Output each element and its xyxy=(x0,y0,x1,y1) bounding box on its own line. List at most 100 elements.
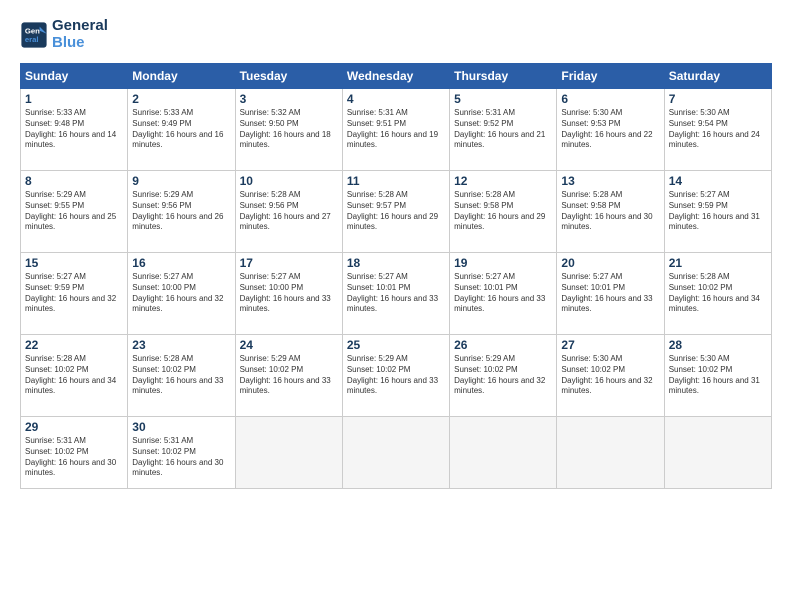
page-header: Gen eral General Blue xyxy=(20,18,772,51)
day-info: Sunrise: 5:30 AMSunset: 10:02 PMDaylight… xyxy=(669,354,767,397)
calendar-cell: 26 Sunrise: 5:29 AMSunset: 10:02 PMDaylig… xyxy=(450,335,557,417)
calendar-cell: 14 Sunrise: 5:27 AMSunset: 9:59 PMDayligh… xyxy=(664,171,771,253)
day-info: Sunrise: 5:30 AMSunset: 10:02 PMDaylight… xyxy=(561,354,659,397)
day-info: Sunrise: 5:32 AMSunset: 9:50 PMDaylight:… xyxy=(240,108,338,151)
calendar-cell: 29 Sunrise: 5:31 AMSunset: 10:02 PMDaylig… xyxy=(21,417,128,489)
day-number: 30 xyxy=(132,420,230,434)
calendar-cell: 3 Sunrise: 5:32 AMSunset: 9:50 PMDaylight… xyxy=(235,89,342,171)
logo-text-blue: Blue xyxy=(52,35,108,52)
calendar-cell xyxy=(664,417,771,489)
svg-text:Gen: Gen xyxy=(25,26,40,35)
calendar-cell: 18 Sunrise: 5:27 AMSunset: 10:01 PMDaylig… xyxy=(342,253,449,335)
day-info: Sunrise: 5:31 AMSunset: 9:51 PMDaylight:… xyxy=(347,108,445,151)
day-number: 11 xyxy=(347,174,445,188)
day-number: 16 xyxy=(132,256,230,270)
week-row-3: 15Sunrise: 5:27 AMSunset: 9:59 PMDayligh… xyxy=(21,253,772,335)
calendar-header-row: SundayMondayTuesdayWednesdayThursdayFrid… xyxy=(21,64,772,89)
calendar-cell: 27 Sunrise: 5:30 AMSunset: 10:02 PMDaylig… xyxy=(557,335,664,417)
calendar-cell: 11 Sunrise: 5:28 AMSunset: 9:57 PMDayligh… xyxy=(342,171,449,253)
calendar-cell: 24 Sunrise: 5:29 AMSunset: 10:02 PMDaylig… xyxy=(235,335,342,417)
day-header-wednesday: Wednesday xyxy=(342,64,449,89)
calendar-cell xyxy=(235,417,342,489)
day-info: Sunrise: 5:30 AMSunset: 9:53 PMDaylight:… xyxy=(561,108,659,151)
day-info: Sunrise: 5:27 AMSunset: 10:01 PMDaylight… xyxy=(561,272,659,315)
day-info: Sunrise: 5:28 AMSunset: 10:02 PMDaylight… xyxy=(669,272,767,315)
day-info: Sunrise: 5:29 AMSunset: 9:55 PMDaylight:… xyxy=(25,190,123,233)
day-number: 29 xyxy=(25,420,123,434)
logo-text-general: General xyxy=(52,18,108,35)
day-number: 25 xyxy=(347,338,445,352)
day-number: 3 xyxy=(240,92,338,106)
day-number: 12 xyxy=(454,174,552,188)
day-info: Sunrise: 5:27 AMSunset: 10:01 PMDaylight… xyxy=(454,272,552,315)
calendar-cell: 10 Sunrise: 5:28 AMSunset: 9:56 PMDayligh… xyxy=(235,171,342,253)
day-header-sunday: Sunday xyxy=(21,64,128,89)
calendar-cell: 15Sunrise: 5:27 AMSunset: 9:59 PMDayligh… xyxy=(21,253,128,335)
calendar-cell: 6 Sunrise: 5:30 AMSunset: 9:53 PMDaylight… xyxy=(557,89,664,171)
day-number: 20 xyxy=(561,256,659,270)
day-info: Sunrise: 5:31 AMSunset: 10:02 PMDaylight… xyxy=(25,436,123,479)
day-info: Sunrise: 5:30 AMSunset: 9:54 PMDaylight:… xyxy=(669,108,767,151)
calendar-cell: 21Sunrise: 5:28 AMSunset: 10:02 PMDaylig… xyxy=(664,253,771,335)
day-number: 27 xyxy=(561,338,659,352)
week-row-5: 29 Sunrise: 5:31 AMSunset: 10:02 PMDaylig… xyxy=(21,417,772,489)
day-info: Sunrise: 5:28 AMSunset: 9:58 PMDaylight:… xyxy=(561,190,659,233)
day-number: 22 xyxy=(25,338,123,352)
calendar-cell: 20 Sunrise: 5:27 AMSunset: 10:01 PMDaylig… xyxy=(557,253,664,335)
day-info: Sunrise: 5:27 AMSunset: 10:01 PMDaylight… xyxy=(347,272,445,315)
day-number: 2 xyxy=(132,92,230,106)
day-number: 7 xyxy=(669,92,767,106)
week-row-4: 22 Sunrise: 5:28 AMSunset: 10:02 PMDaylig… xyxy=(21,335,772,417)
calendar-cell: 30Sunrise: 5:31 AMSunset: 10:02 PMDaylig… xyxy=(128,417,235,489)
day-number: 5 xyxy=(454,92,552,106)
day-number: 13 xyxy=(561,174,659,188)
day-info: Sunrise: 5:29 AMSunset: 10:02 PMDaylight… xyxy=(240,354,338,397)
day-info: Sunrise: 5:28 AMSunset: 10:02 PMDaylight… xyxy=(25,354,123,397)
calendar-cell xyxy=(557,417,664,489)
calendar-cell: 8Sunrise: 5:29 AMSunset: 9:55 PMDaylight… xyxy=(21,171,128,253)
day-info: Sunrise: 5:29 AMSunset: 10:02 PMDaylight… xyxy=(454,354,552,397)
day-info: Sunrise: 5:27 AMSunset: 10:00 PMDaylight… xyxy=(240,272,338,315)
day-info: Sunrise: 5:29 AMSunset: 10:02 PMDaylight… xyxy=(347,354,445,397)
calendar-cell: 1Sunrise: 5:33 AMSunset: 9:48 PMDaylight… xyxy=(21,89,128,171)
calendar-cell: 23Sunrise: 5:28 AMSunset: 10:02 PMDaylig… xyxy=(128,335,235,417)
calendar-cell: 12 Sunrise: 5:28 AMSunset: 9:58 PMDayligh… xyxy=(450,171,557,253)
day-info: Sunrise: 5:27 AMSunset: 9:59 PMDaylight:… xyxy=(669,190,767,233)
day-header-thursday: Thursday xyxy=(450,64,557,89)
logo: Gen eral General Blue xyxy=(20,18,108,51)
day-number: 23 xyxy=(132,338,230,352)
calendar-cell xyxy=(450,417,557,489)
day-info: Sunrise: 5:28 AMSunset: 9:58 PMDaylight:… xyxy=(454,190,552,233)
day-number: 15 xyxy=(25,256,123,270)
calendar-cell: 9 Sunrise: 5:29 AMSunset: 9:56 PMDaylight… xyxy=(128,171,235,253)
week-row-1: 1Sunrise: 5:33 AMSunset: 9:48 PMDaylight… xyxy=(21,89,772,171)
calendar-cell: 13 Sunrise: 5:28 AMSunset: 9:58 PMDayligh… xyxy=(557,171,664,253)
day-info: Sunrise: 5:29 AMSunset: 9:56 PMDaylight:… xyxy=(132,190,230,233)
day-info: Sunrise: 5:27 AMSunset: 10:00 PMDaylight… xyxy=(132,272,230,315)
calendar-cell: 4Sunrise: 5:31 AMSunset: 9:51 PMDaylight… xyxy=(342,89,449,171)
day-info: Sunrise: 5:28 AMSunset: 9:57 PMDaylight:… xyxy=(347,190,445,233)
day-number: 6 xyxy=(561,92,659,106)
calendar-cell: 28 Sunrise: 5:30 AMSunset: 10:02 PMDaylig… xyxy=(664,335,771,417)
day-header-friday: Friday xyxy=(557,64,664,89)
calendar-cell: 19 Sunrise: 5:27 AMSunset: 10:01 PMDaylig… xyxy=(450,253,557,335)
day-header-saturday: Saturday xyxy=(664,64,771,89)
day-info: Sunrise: 5:28 AMSunset: 9:56 PMDaylight:… xyxy=(240,190,338,233)
day-number: 10 xyxy=(240,174,338,188)
day-number: 18 xyxy=(347,256,445,270)
calendar-cell: 16 Sunrise: 5:27 AMSunset: 10:00 PMDaylig… xyxy=(128,253,235,335)
day-info: Sunrise: 5:33 AMSunset: 9:48 PMDaylight:… xyxy=(25,108,123,151)
calendar-table: SundayMondayTuesdayWednesdayThursdayFrid… xyxy=(20,63,772,489)
day-header-monday: Monday xyxy=(128,64,235,89)
day-number: 9 xyxy=(132,174,230,188)
day-number: 14 xyxy=(669,174,767,188)
calendar-cell: 17 Sunrise: 5:27 AMSunset: 10:00 PMDaylig… xyxy=(235,253,342,335)
day-info: Sunrise: 5:33 AMSunset: 9:49 PMDaylight:… xyxy=(132,108,230,151)
week-row-2: 8Sunrise: 5:29 AMSunset: 9:55 PMDaylight… xyxy=(21,171,772,253)
day-number: 28 xyxy=(669,338,767,352)
day-number: 17 xyxy=(240,256,338,270)
day-number: 24 xyxy=(240,338,338,352)
day-number: 26 xyxy=(454,338,552,352)
calendar-cell: 2 Sunrise: 5:33 AMSunset: 9:49 PMDaylight… xyxy=(128,89,235,171)
day-number: 19 xyxy=(454,256,552,270)
